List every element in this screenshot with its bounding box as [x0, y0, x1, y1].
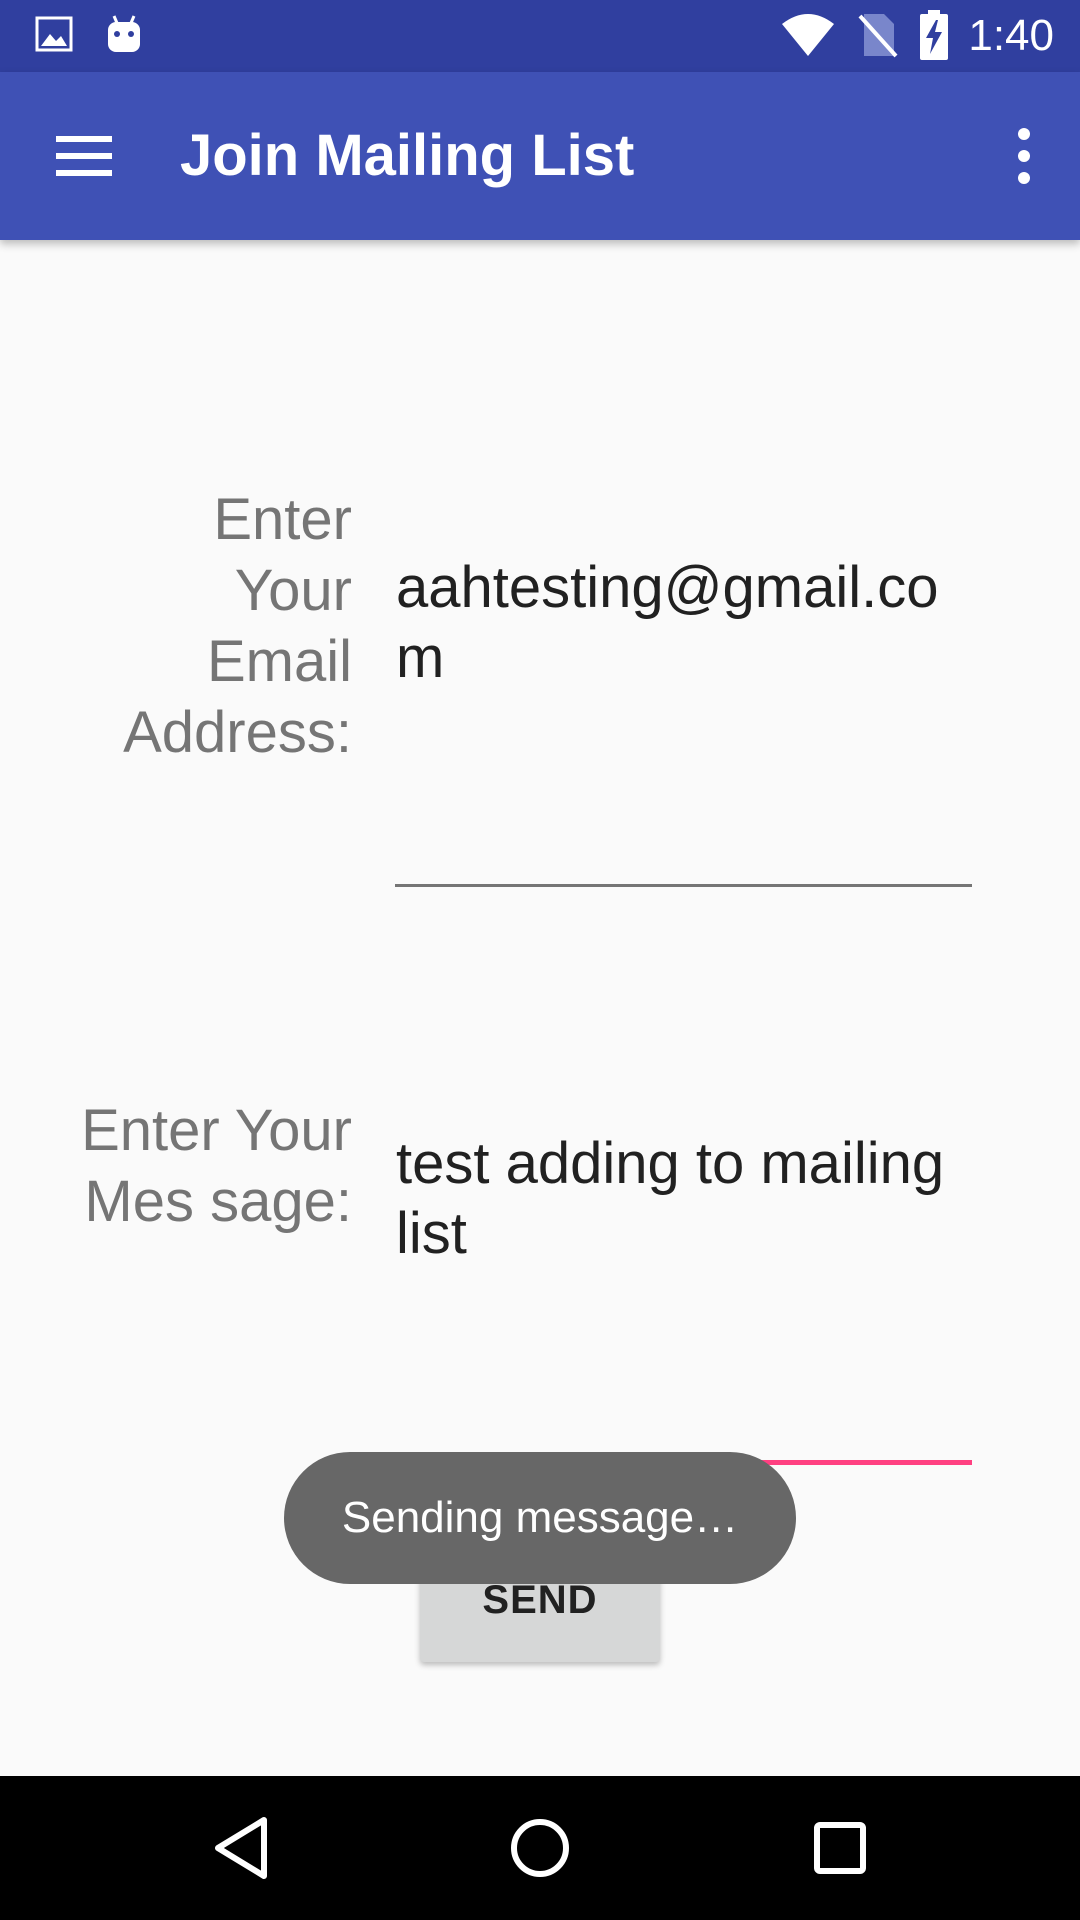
wifi-icon: [780, 12, 836, 63]
toast-message: Sending message…: [284, 1452, 796, 1584]
menu-button[interactable]: [40, 116, 128, 196]
back-icon: [215, 1817, 267, 1879]
image-icon: [34, 14, 74, 59]
recents-button[interactable]: [795, 1806, 885, 1890]
email-label: Enter Your Email Address:: [123, 487, 352, 765]
back-button[interactable]: [196, 1806, 286, 1890]
battery-charging-icon: [918, 10, 950, 67]
email-field[interactable]: aahtesting@gmail.com: [396, 553, 986, 693]
navigation-bar: [0, 1776, 1080, 1920]
no-sim-icon: [858, 12, 898, 63]
app-bar: Join Mailing List: [0, 72, 1080, 240]
status-time: 1:40: [968, 11, 1054, 60]
message-label: Enter Your Mes sage:: [81, 1098, 352, 1234]
android-icon: [104, 14, 144, 63]
status-bar: 1:40: [0, 0, 1080, 72]
screen: 1:40 Join Mailing List Enter Your Email …: [0, 0, 1080, 1920]
message-field[interactable]: test adding to mailing list: [396, 1129, 986, 1269]
hamburger-menu-icon: [56, 136, 112, 176]
recents-icon: [814, 1822, 866, 1874]
overflow-menu-button[interactable]: [988, 116, 1060, 196]
email-field-underline: [395, 884, 972, 887]
home-icon: [511, 1819, 569, 1877]
page-title: Join Mailing List: [180, 123, 635, 188]
more-vert-icon: [1018, 128, 1030, 184]
home-button[interactable]: [495, 1806, 585, 1890]
